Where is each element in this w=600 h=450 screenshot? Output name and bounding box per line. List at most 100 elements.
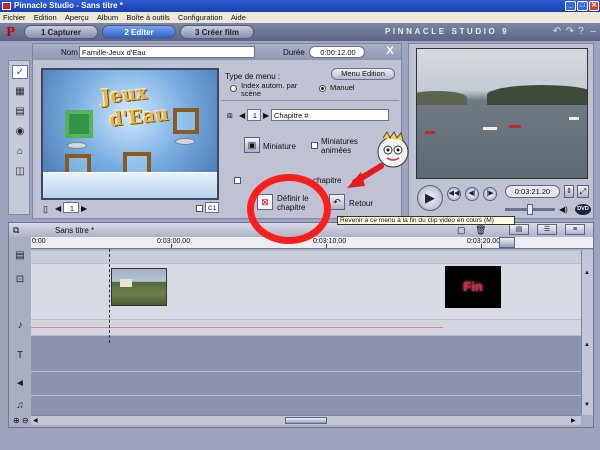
sound-effects-track-icon: ◄ <box>15 378 25 389</box>
title-track[interactable] <box>31 335 581 371</box>
storyboard-view-button[interactable]: ▤ <box>509 224 529 235</box>
sound-effects-track[interactable] <box>31 371 581 395</box>
menu-configuration[interactable]: Configuration <box>175 12 226 23</box>
animated-thumbnails-checkbox[interactable] <box>311 142 318 149</box>
rewind-button[interactable]: ◀◀ <box>447 187 461 201</box>
house-graphic <box>120 279 132 287</box>
microphone-track-icon: ♪ <box>17 320 23 331</box>
minimize-icon[interactable]: – <box>587 26 599 38</box>
close-window-button[interactable]: ✕ <box>589 1 599 11</box>
transitions-tool-icon[interactable]: ▤ <box>12 105 28 119</box>
video-preview[interactable] <box>416 48 588 179</box>
pinnacle-logo-icon: P <box>6 25 16 39</box>
project-title: Sans titre * <box>55 226 95 235</box>
audio-tool-icon[interactable]: ◉ <box>12 125 28 139</box>
menu-editor-tool-icon[interactable]: ✓ <box>12 65 28 79</box>
minimize-window-button[interactable]: _ <box>565 1 576 11</box>
scroll-left-icon[interactable]: ◀ <box>33 417 38 424</box>
page-number-field[interactable]: 1 <box>63 202 79 213</box>
page-chip: C1 <box>205 202 219 213</box>
index-auto-radio[interactable] <box>230 85 237 92</box>
menu-title-line1: Jeux <box>99 81 149 109</box>
speaker-tool-icon[interactable]: ◫ <box>12 165 28 179</box>
chapter-button-frame[interactable] <box>173 108 199 134</box>
tab-edit[interactable]: 2 Editer <box>102 25 176 39</box>
help-icon[interactable]: ? <box>575 26 587 38</box>
volume-thumb[interactable] <box>527 204 533 215</box>
timeline-ruler[interactable]: 0:00 0:03:00.00 0:03:10.00 0:03:20.00 <box>31 237 593 249</box>
menu-preview[interactable]: Aperçu <box>62 12 92 23</box>
text-view-button[interactable]: ≡ <box>565 224 585 235</box>
menu-file[interactable]: Fichier <box>0 12 29 23</box>
timeline-view-icon[interactable]: ⧉ <box>13 225 19 236</box>
menu-track[interactable] <box>31 250 581 263</box>
menu-edition-button[interactable]: Menu Edition <box>331 68 395 80</box>
thumbnail-label: Miniature <box>263 142 296 151</box>
title-bar: Pinnacle Studio - Sans titre * _ □ ✕ <box>0 0 600 12</box>
ruler-label: 0:03:10.00 <box>313 238 347 245</box>
menu-edit[interactable]: Edition <box>31 12 60 23</box>
chapter-next-icon[interactable]: ▶ <box>263 111 269 120</box>
fullscreen-button[interactable]: ⤢ <box>577 185 589 198</box>
menu-toolbox[interactable]: Boîte à outils <box>123 12 172 23</box>
scroll-up-icon[interactable]: ▲ <box>584 342 590 348</box>
zoom-in-icon[interactable]: ⊕ <box>13 416 20 425</box>
scrubber-handle[interactable] <box>499 237 515 248</box>
fish-graphic <box>67 142 87 149</box>
chapter-number-field[interactable]: 1 <box>247 109 261 121</box>
preview-player: ▶ ◀◀ ◀| |▶ 0:03:21.20 ⇕ ⤢ ◀) DVD <box>408 43 594 219</box>
undo-icon[interactable]: ↶ <box>551 26 563 38</box>
play-button[interactable]: ▶ <box>417 185 443 211</box>
maximize-window-button[interactable]: □ <box>577 1 588 11</box>
timecode-stepper[interactable]: ⇕ <box>564 185 574 198</box>
chapter-link-icon: ⧈ <box>227 110 233 120</box>
title-clip[interactable]: Fin <box>445 266 501 308</box>
title-track-icon: T <box>16 350 24 361</box>
menu-album[interactable]: Album <box>94 12 121 23</box>
timeline-vertical-scrollbar[interactable]: ▲ ▲ ▼ <box>581 250 593 415</box>
tab-make-movie[interactable]: 3 Créer film <box>180 25 254 39</box>
video-tool-icon[interactable]: ▦ <box>12 85 28 99</box>
chapter-prev-icon[interactable]: ◀ <box>239 111 245 120</box>
chapter-text-field[interactable]: Chapitre # <box>271 109 389 121</box>
horizontal-scroll-thumb[interactable] <box>285 417 327 424</box>
step-forward-button[interactable]: |▶ <box>483 187 497 201</box>
tab-capture[interactable]: 1 Capturer <box>24 25 98 39</box>
manual-radio[interactable] <box>319 85 326 92</box>
trash-icon[interactable]: 🗑 <box>475 225 486 236</box>
return-chapter-checkbox[interactable] <box>234 177 241 184</box>
page-next-icon[interactable]: ▶ <box>81 204 87 213</box>
razor-icon[interactable]: ▢ <box>457 225 466 236</box>
zoom-out-icon[interactable]: ⊖ <box>22 416 29 425</box>
effects-tool-icon[interactable]: ⌂ <box>12 145 28 159</box>
timeline-horizontal-scrollbar[interactable]: ◀ ▶ <box>31 415 581 425</box>
timecode-display[interactable]: 0:03:21.20 <box>505 185 560 198</box>
return-icon: ↶ <box>333 197 341 207</box>
video-clip-thumbnail[interactable] <box>111 268 167 306</box>
fish-graphic <box>175 138 195 145</box>
chapter-button-frame[interactable] <box>65 110 93 138</box>
name-field[interactable]: Famille-Jeux d'Eau <box>79 46 255 58</box>
menu-preview-image[interactable]: Jeux d'Eau <box>41 68 219 200</box>
page-doc-icon: ▯ <box>43 204 48 214</box>
return-button[interactable]: ↶ <box>329 194 345 210</box>
return-label: Retour <box>349 199 374 208</box>
timeline-view-button[interactable]: ☰ <box>537 224 557 235</box>
ruler-label: 0:03:20.00 <box>467 238 501 245</box>
speaker-icon[interactable]: ◀) <box>559 205 568 214</box>
scroll-up-icon[interactable]: ▲ <box>584 270 590 276</box>
page-checkbox[interactable] <box>196 205 203 212</box>
page-prev-icon[interactable]: ◀ <box>55 204 61 213</box>
close-editor-button[interactable]: X <box>383 45 397 58</box>
boat-graphic <box>483 127 497 130</box>
duration-field[interactable]: 0:00:12.00 <box>309 46 365 58</box>
menu-help[interactable]: Aide <box>228 12 249 23</box>
audio-track[interactable] <box>31 319 581 335</box>
scroll-right-icon[interactable]: ▶ <box>571 417 576 424</box>
thumbnail-button[interactable]: ▣ <box>244 137 260 153</box>
dvd-badge[interactable]: DVD <box>575 204 591 215</box>
step-back-button[interactable]: ◀| <box>465 187 479 201</box>
window-title: Pinnacle Studio - Sans titre * <box>14 1 123 10</box>
music-track[interactable] <box>31 395 581 415</box>
scroll-down-icon[interactable]: ▼ <box>584 402 590 408</box>
